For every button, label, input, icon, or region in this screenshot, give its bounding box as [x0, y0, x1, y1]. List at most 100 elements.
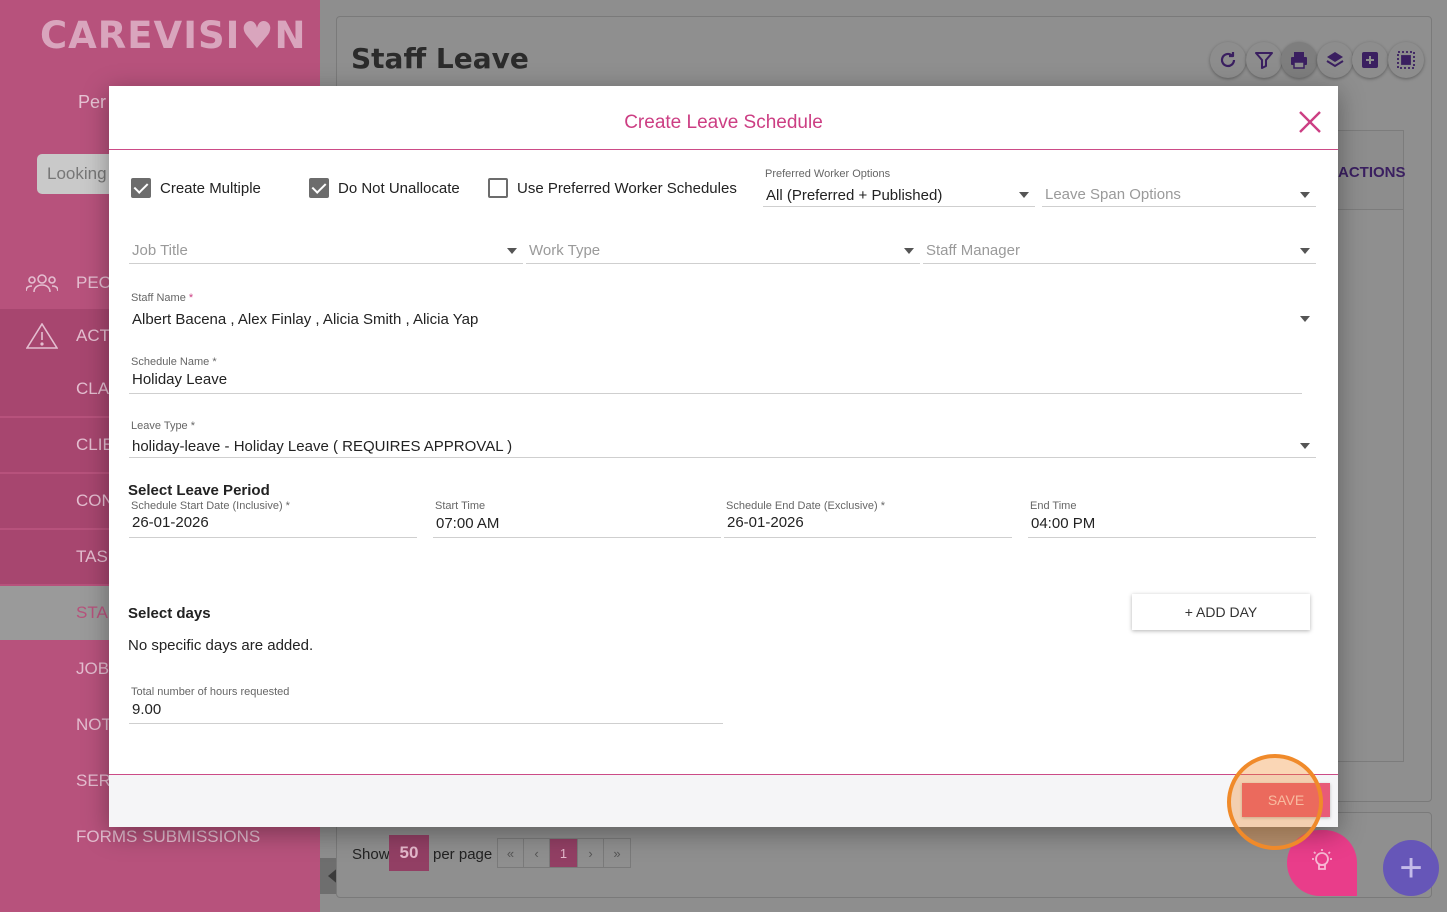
- chevron-down-icon: [507, 248, 517, 254]
- staff-name-value: Albert Bacena , Alex Finlay , Alicia Smi…: [132, 311, 479, 328]
- end-time-value: 04:00 PM: [1031, 515, 1096, 532]
- chevron-down-icon: [1300, 248, 1310, 254]
- staff-manager-select[interactable]: Staff Manager: [923, 236, 1316, 264]
- use-preferred-worker-schedules-checkbox[interactable]: Use Preferred Worker Schedules: [488, 178, 737, 198]
- sidebar-item-label: NOT: [76, 715, 112, 734]
- use-preferred-label: Use Preferred Worker Schedules: [517, 179, 737, 197]
- required-mark: *: [188, 292, 194, 304]
- filter-icon: [1255, 52, 1273, 69]
- page-title: Staff Leave: [351, 42, 529, 75]
- end-date-label: Schedule End Date (Exclusive) *: [726, 500, 885, 512]
- select-all-button[interactable]: [1388, 42, 1424, 78]
- pagination: « ‹ 1 › »: [497, 838, 631, 868]
- checkbox-checked-icon: [131, 178, 151, 198]
- start-date-value: 26-01-2026: [132, 514, 209, 531]
- preferred-worker-options-select[interactable]: Preferred Worker Options All (Preferred …: [763, 168, 1035, 207]
- do-not-unallocate-checkbox[interactable]: Do Not Unallocate: [309, 178, 460, 198]
- schedule-end-date-input[interactable]: Schedule End Date (Exclusive) * 26-01-20…: [724, 500, 1012, 538]
- checkbox-unchecked-icon: [488, 178, 508, 198]
- add-box-icon: [1362, 52, 1378, 68]
- prev-page-button[interactable]: ‹: [524, 839, 550, 867]
- sidebar-item-label: JOB: [76, 659, 110, 678]
- carevision-logo: CAREVISI♥N: [40, 14, 307, 57]
- dialog-footer: [109, 774, 1338, 827]
- leave-span-options-placeholder: Leave Span Options: [1045, 186, 1181, 203]
- sidebar-item-label: FORMS SUBMISSIONS: [76, 827, 261, 846]
- sidebar-subtitle: Per: [78, 92, 107, 112]
- preferred-worker-options-value: All (Preferred + Published): [766, 187, 943, 204]
- chevron-down-icon: [1300, 443, 1310, 449]
- chevron-down-icon: [1300, 316, 1310, 322]
- print-button[interactable]: [1281, 42, 1317, 78]
- job-title-placeholder: Job Title: [132, 242, 188, 259]
- print-icon: [1291, 52, 1307, 69]
- layers-icon: [1326, 52, 1344, 68]
- start-date-label: Schedule Start Date (Inclusive) *: [131, 500, 290, 512]
- layers-button[interactable]: [1317, 42, 1353, 78]
- add-button[interactable]: [1352, 42, 1388, 78]
- leave-type-select[interactable]: Leave Type * holiday-leave - Holiday Lea…: [129, 420, 1316, 458]
- staff-name-label: Staff Name *: [131, 292, 193, 304]
- chevron-down-icon: [904, 248, 914, 254]
- dialog-title: Create Leave Schedule: [624, 112, 823, 133]
- close-icon[interactable]: [1296, 108, 1324, 136]
- actions-header-label: ACTIONS: [1338, 164, 1406, 181]
- refresh-button[interactable]: [1210, 42, 1246, 78]
- total-hours-value: 9.00: [132, 701, 162, 718]
- end-time-label: End Time: [1030, 500, 1077, 512]
- chevron-down-icon: [1019, 192, 1029, 198]
- add-day-button[interactable]: + ADD DAY: [1132, 594, 1310, 630]
- refresh-icon: [1220, 52, 1236, 68]
- total-hours-label: Total number of hours requested: [131, 686, 290, 698]
- do-not-unallocate-label: Do Not Unallocate: [338, 179, 460, 197]
- work-type-placeholder: Work Type: [529, 242, 601, 259]
- start-time-value: 07:00 AM: [436, 515, 500, 532]
- sidebar-item-label: PEO: [76, 273, 112, 292]
- total-hours-input[interactable]: Total number of hours requested 9.00: [129, 686, 723, 724]
- pager-show-label: Show: [352, 846, 390, 863]
- start-time-label: Start Time: [435, 500, 486, 512]
- create-multiple-label: Create Multiple: [160, 179, 261, 197]
- create-multiple-checkbox[interactable]: Create Multiple: [131, 178, 261, 198]
- checkbox-checked-icon: [309, 178, 329, 198]
- help-fab[interactable]: [1287, 830, 1357, 896]
- end-time-input[interactable]: End Time 04:00 PM: [1028, 500, 1316, 538]
- plus-icon: +: [1399, 845, 1423, 890]
- pager-per-page-label: per page: [433, 846, 493, 863]
- no-days-text: No specific days are added.: [128, 637, 314, 654]
- select-all-icon: [1397, 51, 1415, 69]
- schedule-start-date-input[interactable]: Schedule Start Date (Inclusive) * 26-01-…: [129, 500, 417, 538]
- page-size-select[interactable]: 50: [389, 835, 429, 871]
- staff-name-select[interactable]: Staff Name * Albert Bacena , Alex Finlay…: [129, 292, 1316, 332]
- leave-type-value: holiday-leave - Holiday Leave ( REQUIRES…: [132, 438, 513, 455]
- chevron-down-icon: [1300, 192, 1310, 198]
- lightbulb-icon: [1312, 849, 1332, 870]
- warning-icon: [26, 323, 58, 349]
- first-page-button[interactable]: «: [498, 839, 524, 867]
- start-time-input[interactable]: Start Time 07:00 AM: [433, 500, 721, 538]
- leave-type-label: Leave Type *: [131, 420, 196, 432]
- schedule-name-input[interactable]: Schedule Name * Holiday Leave: [129, 356, 1302, 394]
- schedule-name-value: Holiday Leave: [132, 371, 228, 388]
- save-button[interactable]: SAVE: [1242, 783, 1330, 817]
- filter-button[interactable]: [1246, 42, 1282, 78]
- next-page-button[interactable]: ›: [578, 839, 604, 867]
- work-type-select[interactable]: Work Type: [526, 236, 920, 264]
- staff-manager-placeholder: Staff Manager: [926, 242, 1020, 259]
- last-page-button[interactable]: »: [604, 839, 630, 867]
- preferred-worker-options-label: Preferred Worker Options: [765, 168, 891, 180]
- current-page-button[interactable]: 1: [550, 839, 578, 867]
- create-leave-schedule-dialog: Create Leave Schedule Create Multiple Do…: [109, 86, 1338, 827]
- actions-column-header: ACTIONS: [1338, 130, 1406, 210]
- staff-name-label-text: Staff Name: [131, 292, 186, 304]
- select-days-title: Select days: [128, 605, 211, 622]
- actions-column: [1338, 210, 1404, 762]
- job-title-select[interactable]: Job Title: [129, 236, 523, 264]
- leave-span-options-select[interactable]: Leave Span Options: [1042, 168, 1316, 207]
- people-icon: [26, 274, 58, 293]
- end-date-value: 26-01-2026: [727, 514, 804, 531]
- dialog-header: Create Leave Schedule: [109, 86, 1338, 150]
- add-fab[interactable]: +: [1383, 840, 1439, 896]
- select-leave-period-title: Select Leave Period: [128, 482, 270, 499]
- schedule-name-label: Schedule Name *: [131, 356, 217, 368]
